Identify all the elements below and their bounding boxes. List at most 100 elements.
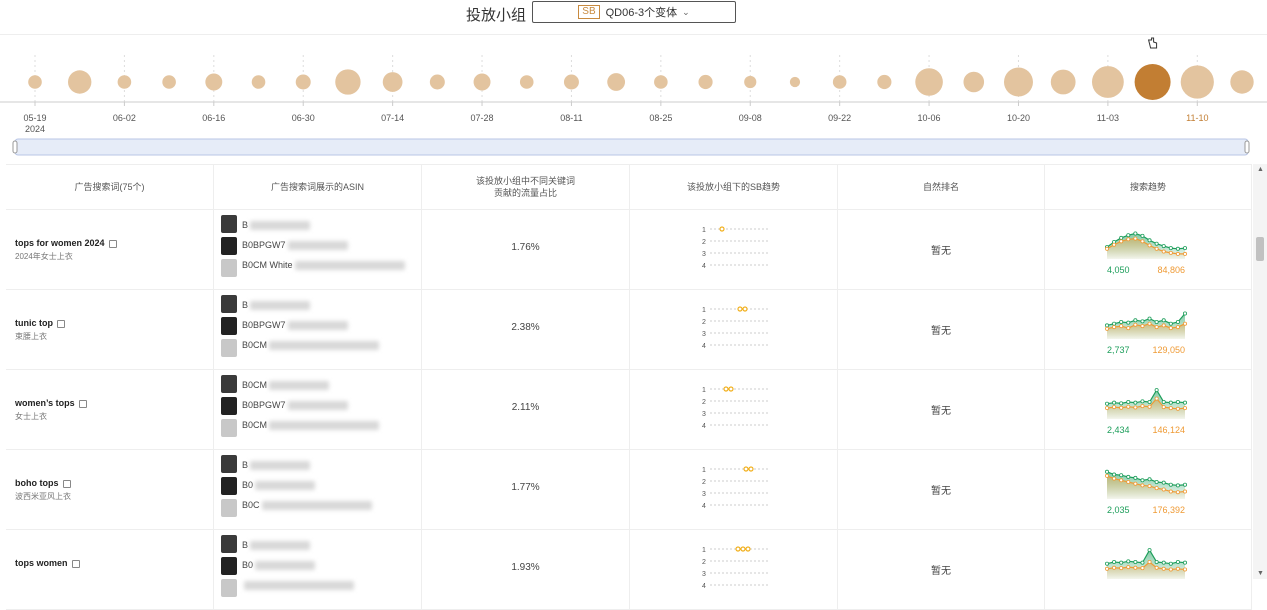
trend-point [1168,246,1173,251]
timeline-bubble[interactable] [607,73,626,91]
asin-cell: B B0BPGW7 B0CM White [214,209,422,289]
product-thumbnail[interactable] [221,499,237,517]
product-thumbnail[interactable] [221,579,237,597]
timeline-bubble[interactable] [251,75,266,89]
timeline-bubble[interactable] [654,75,668,89]
table-row: boho tops 波西米亚风上衣 B B0 B0C 1.77% 1 2 3 4 暂无 2,035 17… [6,449,1252,530]
asin-text: B [242,540,249,550]
asin-line[interactable]: B [242,540,311,551]
product-thumbnail[interactable] [221,339,237,357]
column-header: 搜索趋势 [1045,165,1252,209]
timeline-bubble[interactable] [429,74,445,90]
table-header: 广告搜索词(75个) 广告搜索词展示的ASIN 该投放小组中不同关键词 贡献的流量占… [6,165,1252,210]
asin-text: B0BPGW7 [242,240,286,250]
timeline-bubble[interactable] [1003,67,1033,97]
redacted-text [250,301,311,311]
product-thumbnail[interactable] [221,215,237,233]
rank-point [737,306,743,312]
timeline-bubble[interactable] [832,75,847,89]
product-thumbnail[interactable] [221,477,237,495]
product-thumbnail[interactable] [221,375,237,393]
timeline-bubble[interactable] [68,70,92,94]
asin-line[interactable]: B0 [242,480,316,491]
ad-group-select[interactable]: SB QD06-3个变体 ⌄ [532,1,736,23]
trend-point [1161,405,1166,410]
trend-point [1105,246,1109,251]
trend-point [1126,474,1131,479]
product-thumbnail[interactable] [221,419,237,437]
trend-point [1147,559,1152,564]
copy-icon[interactable] [62,479,71,488]
product-thumbnail[interactable] [221,397,237,415]
timeline-bubble[interactable] [295,74,311,90]
keyword-label: tunic top [15,318,53,328]
copy-icon[interactable] [57,319,65,328]
scroll-up-icon[interactable]: ▲ [1257,166,1264,173]
asin-line[interactable]: B [242,220,311,231]
timeline-bubble[interactable] [698,74,713,90]
column-header: 该投放小组下的SB趋势 [630,165,838,209]
timeline-bubble[interactable] [1091,66,1124,98]
range-slider[interactable] [14,138,1249,156]
copy-icon[interactable] [71,559,80,568]
timeline-bubble[interactable] [519,75,534,89]
timeline-bubble[interactable] [473,73,491,91]
timeline-bubble[interactable] [877,74,892,90]
product-thumbnail[interactable] [221,295,237,313]
scrollbar-thumb[interactable] [1256,237,1264,261]
vertical-scrollbar[interactable]: ▲ ▼ [1253,164,1267,579]
asin-line[interactable]: B0C [242,500,372,511]
timeline-bubble[interactable] [744,75,757,89]
timeline-chart[interactable]: 05-19 06-02 06-16 06-30 07-14 07-28 08-11 08-25… [0,35,1267,161]
asin-line[interactable] [242,580,354,591]
asin-line[interactable]: B0CM [242,340,380,351]
trend-point [1105,326,1109,331]
asin-cell: B0CM B0BPGW7 B0CM [214,369,422,449]
copy-icon[interactable] [108,239,117,248]
timeline-bubble[interactable] [789,76,801,88]
scroll-down-icon[interactable]: ▼ [1257,570,1264,577]
trend-point [1119,405,1124,410]
product-thumbnail[interactable] [221,259,237,277]
asin-line[interactable]: B [242,300,311,311]
range-handle-left[interactable] [12,140,18,154]
asin-line[interactable]: B0BPGW7 [242,320,348,331]
timeline-bubble[interactable] [915,68,943,96]
timeline-bubble[interactable] [563,74,579,90]
redacted-text [250,541,311,551]
copy-icon[interactable] [78,399,87,408]
product-thumbnail[interactable] [221,455,237,473]
timeline-bubble[interactable] [28,75,42,89]
timeline-bubble[interactable] [117,75,132,89]
asin-line[interactable]: B0CM [242,420,380,431]
asin-line[interactable]: B0BPGW7 [242,400,348,411]
asin-line[interactable]: B0CM [242,380,330,391]
product-thumbnail[interactable] [221,557,237,575]
rank-axis-label: 3 [702,331,706,338]
column-header: 广告搜索词(75个) [6,165,214,209]
timeline-bubble[interactable] [162,75,176,89]
timeline-bubble-selected[interactable] [1134,64,1171,100]
timeline-bubble[interactable] [382,72,403,92]
keyword-translation: 波西米亚风上衣 [15,492,71,501]
asin-line[interactable]: B0 [242,560,316,571]
asin-line[interactable]: B0BPGW7 [242,240,348,251]
rank-point [743,466,749,472]
asin-line[interactable]: B [242,460,311,471]
timeline-bubble[interactable] [1180,65,1214,99]
trend-point [1168,400,1173,405]
timeline-bubble[interactable] [1230,70,1254,94]
product-thumbnail[interactable] [221,535,237,553]
product-thumbnail[interactable] [221,237,237,255]
range-handle-right[interactable] [1244,140,1250,154]
asin-text: B0CM White [242,260,293,270]
trend-point [1183,246,1188,251]
timeline-bubble[interactable] [963,71,985,93]
asin-line[interactable]: B0CM White [242,260,405,271]
product-thumbnail[interactable] [221,317,237,335]
timeline-bubble[interactable] [205,73,223,91]
timeline-bubble[interactable] [335,69,361,95]
timeline-year-label: 2024 [25,124,45,134]
keyword-translation: 束腰上衣 [15,332,47,341]
timeline-bubble[interactable] [1050,69,1076,95]
